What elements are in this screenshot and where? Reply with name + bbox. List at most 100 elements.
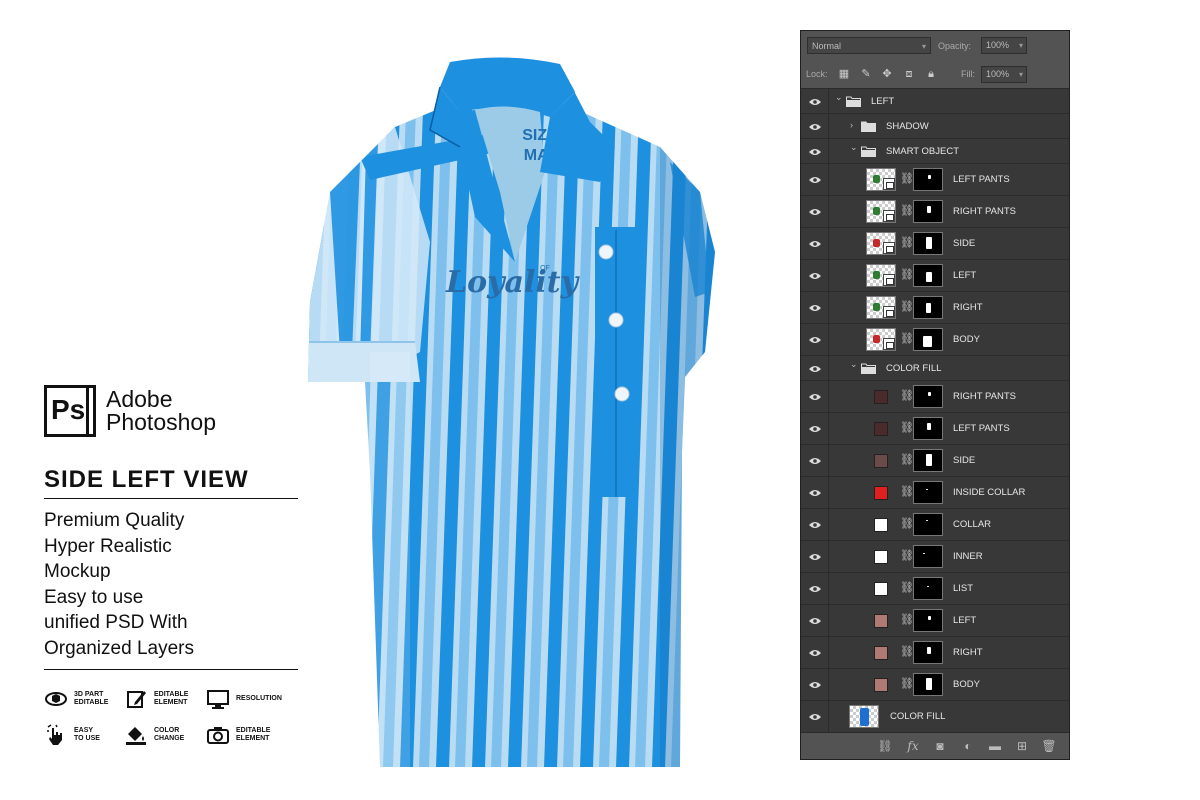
fill-input[interactable]: 100% ▾	[981, 66, 1027, 83]
color-fill-swatch[interactable]	[874, 390, 888, 404]
visibility-toggle[interactable]	[801, 381, 829, 412]
layer-mask-thumbnail[interactable]	[913, 577, 943, 600]
new-group-icon[interactable]: ▬	[987, 739, 1003, 753]
visibility-toggle[interactable]	[801, 541, 829, 572]
visibility-toggle[interactable]	[801, 509, 829, 540]
mask-link-icon[interactable]: ⛓	[900, 300, 914, 313]
color-fill-swatch[interactable]	[874, 454, 888, 468]
visibility-toggle[interactable]	[801, 701, 829, 732]
mask-link-icon[interactable]: ⛓	[900, 204, 914, 217]
visibility-toggle[interactable]	[801, 139, 829, 163]
layer-mask-thumbnail[interactable]	[913, 296, 943, 319]
color-fill-swatch[interactable]	[874, 518, 888, 532]
mask-link-icon[interactable]: ⛓	[900, 517, 914, 530]
mask-link-icon[interactable]: ⛓	[900, 581, 914, 594]
link-layers-icon[interactable]: ⛓	[877, 739, 893, 753]
layer-mask-thumbnail[interactable]	[913, 264, 943, 287]
mask-link-icon[interactable]: ⛓	[900, 172, 914, 185]
layer-mask-thumbnail[interactable]	[913, 328, 943, 351]
visibility-toggle[interactable]	[801, 292, 829, 323]
layer-row[interactable]: ⛓ RIGHT	[801, 637, 1069, 669]
mask-link-icon[interactable]: ⛓	[900, 268, 914, 281]
layer-row[interactable]: ⌄ LEFT	[801, 89, 1069, 114]
visibility-toggle[interactable]	[801, 573, 829, 604]
layer-row[interactable]: ⛓ LEFT PANTS	[801, 164, 1069, 196]
layer-row[interactable]: ⌄ COLOR FILL	[801, 356, 1069, 381]
layer-row[interactable]: ⛓ LEFT	[801, 605, 1069, 637]
layer-row[interactable]: ⛓ LEFT	[801, 260, 1069, 292]
fx-icon[interactable]: fx	[905, 739, 921, 753]
layer-mask-thumbnail[interactable]	[913, 545, 943, 568]
visibility-toggle[interactable]	[801, 89, 829, 113]
layer-row[interactable]: ⛓ RIGHT PANTS	[801, 196, 1069, 228]
layer-row[interactable]: ⛓ LEFT PANTS	[801, 413, 1069, 445]
layer-mask-thumbnail[interactable]	[913, 513, 943, 536]
chevron-down-icon[interactable]: ⌄	[850, 142, 858, 153]
visibility-toggle[interactable]	[801, 445, 829, 476]
visibility-toggle[interactable]	[801, 164, 829, 195]
mask-link-icon[interactable]: ⛓	[900, 549, 914, 562]
adjustment-layer-icon[interactable]: ◐	[960, 739, 976, 753]
new-layer-icon[interactable]: ⊞	[1014, 739, 1030, 753]
layer-row[interactable]: ⛓ BODY	[801, 324, 1069, 356]
lock-all-icon[interactable]: 🔒︎	[925, 68, 937, 80]
color-fill-swatch[interactable]	[874, 486, 888, 500]
layer-mask-thumbnail[interactable]	[913, 641, 943, 664]
layer-mask-thumbnail[interactable]	[913, 417, 943, 440]
layer-row[interactable]: ⛓ INNER	[801, 541, 1069, 573]
layer-row[interactable]: ⛓ INSIDE COLLAR	[801, 477, 1069, 509]
blend-mode-select[interactable]: Normal ▾	[807, 37, 931, 54]
layer-row[interactable]: COLOR FILL	[801, 701, 1069, 733]
color-fill-swatch[interactable]	[874, 550, 888, 564]
mask-link-icon[interactable]: ⛓	[900, 236, 914, 249]
layer-mask-thumbnail[interactable]	[913, 449, 943, 472]
visibility-toggle[interactable]	[801, 637, 829, 668]
visibility-toggle[interactable]	[801, 324, 829, 355]
layer-row[interactable]: ⛓ SIDE	[801, 228, 1069, 260]
visibility-toggle[interactable]	[801, 605, 829, 636]
visibility-toggle[interactable]	[801, 477, 829, 508]
visibility-toggle[interactable]	[801, 114, 829, 138]
layer-mask-thumbnail[interactable]	[913, 673, 943, 696]
layer-mask-thumbnail[interactable]	[913, 200, 943, 223]
layer-row[interactable]: ⛓ RIGHT PANTS	[801, 381, 1069, 413]
lock-transparent-icon[interactable]: ▦	[838, 68, 850, 80]
layer-row[interactable]: ⌄ SMART OBJECT	[801, 139, 1069, 164]
layer-mask-thumbnail[interactable]	[913, 385, 943, 408]
mask-link-icon[interactable]: ⛓	[900, 453, 914, 466]
layer-row[interactable]: ⛓ COLLAR	[801, 509, 1069, 541]
chevron-right-icon[interactable]: ›	[850, 120, 853, 130]
mask-link-icon[interactable]: ⛓	[900, 332, 914, 345]
color-fill-swatch[interactable]	[874, 582, 888, 596]
color-fill-swatch[interactable]	[874, 614, 888, 628]
mask-link-icon[interactable]: ⛓	[900, 421, 914, 434]
color-fill-swatch[interactable]	[874, 678, 888, 692]
trash-icon[interactable]: 🗑︎	[1041, 739, 1057, 753]
layer-row[interactable]: ⛓ SIDE	[801, 445, 1069, 477]
visibility-toggle[interactable]	[801, 260, 829, 291]
layer-mask-thumbnail[interactable]	[913, 232, 943, 255]
mask-link-icon[interactable]: ⛓	[900, 389, 914, 402]
layer-row[interactable]: ⛓ LIST	[801, 573, 1069, 605]
lock-artboard-icon[interactable]: ⧈	[903, 68, 915, 80]
color-fill-swatch[interactable]	[874, 646, 888, 660]
chevron-down-icon[interactable]: ⌄	[850, 359, 858, 370]
visibility-toggle[interactable]	[801, 196, 829, 227]
visibility-toggle[interactable]	[801, 413, 829, 444]
chevron-down-icon[interactable]: ⌄	[835, 92, 843, 103]
visibility-toggle[interactable]	[801, 356, 829, 380]
mask-link-icon[interactable]: ⛓	[900, 485, 914, 498]
layer-row[interactable]: ⛓ BODY	[801, 669, 1069, 701]
add-mask-icon[interactable]: ◙	[932, 739, 948, 753]
mask-link-icon[interactable]: ⛓	[900, 645, 914, 658]
visibility-toggle[interactable]	[801, 669, 829, 700]
color-fill-swatch[interactable]	[874, 422, 888, 436]
lock-move-icon[interactable]: ✥	[881, 68, 893, 80]
mask-link-icon[interactable]: ⛓	[900, 677, 914, 690]
lock-brush-icon[interactable]: ✎	[860, 68, 872, 80]
layer-mask-thumbnail[interactable]	[913, 609, 943, 632]
layer-row[interactable]: › SHADOW	[801, 114, 1069, 139]
mask-link-icon[interactable]: ⛓	[900, 613, 914, 626]
layer-mask-thumbnail[interactable]	[913, 481, 943, 504]
layer-row[interactable]: ⛓ RIGHT	[801, 292, 1069, 324]
